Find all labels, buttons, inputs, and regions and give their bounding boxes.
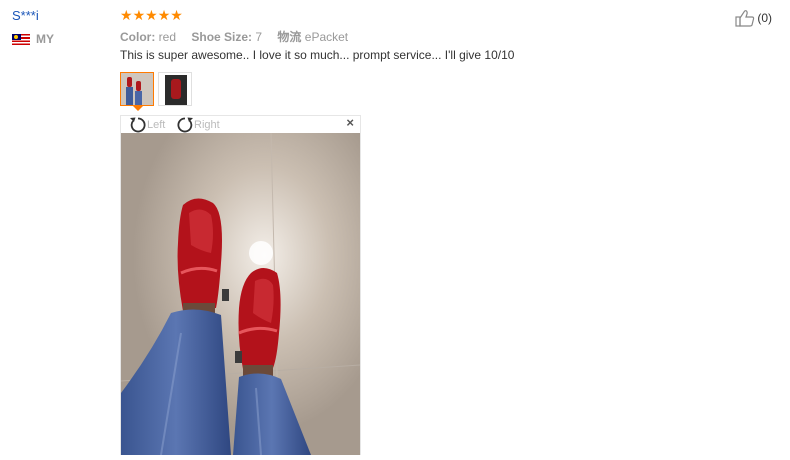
attr-shoe-size: Shoe Size: 7	[191, 30, 263, 44]
attr-shipping: 物流 ePacket	[277, 30, 349, 44]
rotate-right-button[interactable]: Right	[176, 116, 220, 133]
rotate-left-button[interactable]: Left	[129, 116, 165, 133]
close-viewer-button[interactable]: ×	[346, 115, 354, 130]
rotate-left-label: Left	[147, 118, 166, 131]
rotate-left-icon	[130, 117, 146, 133]
reviewer-country: MY	[12, 32, 54, 46]
helpful-count: (0)	[757, 11, 772, 25]
order-attributes: Color: red Shoe Size: 7 物流 ePacket	[120, 28, 360, 45]
thumbs-up-icon	[735, 10, 755, 27]
star-rating: ★ ★ ★ ★ ★	[120, 8, 183, 22]
active-thumbnail-caret	[133, 106, 143, 111]
rotate-right-label: Right	[194, 118, 220, 131]
star-icon: ★	[170, 7, 183, 23]
star-icon: ★	[157, 7, 171, 23]
rotate-right-icon	[177, 117, 193, 133]
helpful-button[interactable]: (0)	[735, 9, 772, 27]
star-icon: ★	[120, 7, 133, 23]
attr-color: Color: red	[120, 30, 177, 44]
review-thumbnail-2[interactable]	[158, 72, 192, 106]
star-icon: ★	[132, 7, 146, 23]
review-photo	[120, 132, 361, 456]
review-text: This is super awesome.. I love it so muc…	[120, 48, 515, 62]
country-code: MY	[36, 32, 54, 46]
review-image-thumbnails	[120, 72, 192, 106]
star-icon: ★	[145, 7, 158, 23]
image-viewer-toolbar: Left Right ×	[121, 115, 360, 133]
reviewer-name[interactable]: S***i	[12, 8, 39, 23]
malaysia-flag-icon	[12, 33, 30, 45]
review-thumbnail-1[interactable]	[120, 72, 154, 106]
